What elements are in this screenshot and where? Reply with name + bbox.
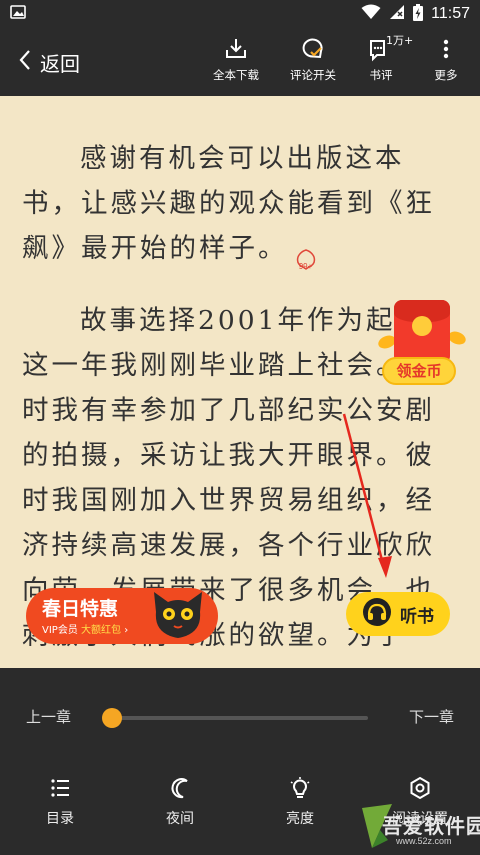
wifi-icon	[361, 4, 381, 24]
envelope-seal	[412, 316, 432, 336]
spring-sale-banner[interactable]: 春日特惠 VIP会员 大额红包 ›	[26, 588, 218, 644]
watermark-text: 吾爱软件园	[382, 814, 480, 838]
claim-coins-label: 领金币	[382, 357, 456, 385]
more-button[interactable]: 更多	[414, 36, 478, 90]
more-vertical-icon	[433, 36, 459, 64]
more-label: 更多	[434, 68, 458, 82]
listen-book-button[interactable]: 听书	[346, 592, 450, 636]
night-mode-label: 夜间	[166, 811, 194, 827]
paragraph-text: 感谢有机会可以出版这本书，让感兴趣的观众能看到《狂飙》最开始的样子。	[22, 143, 435, 264]
previous-chapter-button[interactable]: 上一章	[26, 706, 71, 727]
claim-coins-red-packet[interactable]: 领金币	[376, 300, 468, 388]
brightness-button[interactable]: 亮度	[260, 776, 340, 827]
list-icon	[48, 776, 72, 800]
chevron-left-icon	[18, 49, 32, 75]
download-icon	[223, 36, 249, 64]
night-mode-button[interactable]: 夜间	[140, 776, 220, 827]
chapter-navigation: 上一章 下一章	[0, 702, 480, 732]
review-count: 1万+	[386, 34, 414, 47]
catalog-label: 目录	[46, 811, 74, 827]
comment-count: 99+	[298, 262, 313, 271]
paragraph: 感谢有机会可以出版这本书，让感兴趣的观众能看到《狂飙》最开始的样子。 99+	[22, 136, 462, 271]
book-review-button[interactable]: 1万+ 书评	[349, 34, 414, 90]
promo-subtitle: VIP会员 大额红包 ›	[42, 621, 128, 636]
black-cat-mascot-icon	[154, 592, 202, 638]
progress-thumb[interactable]	[102, 708, 122, 728]
comment-toggle-button[interactable]: 评论开关	[281, 36, 345, 90]
brightness-label: 亮度	[286, 811, 314, 827]
status-bar: 11:57	[0, 0, 480, 28]
download-all-label: 全本下载	[213, 68, 259, 82]
battery-charging-icon	[413, 3, 424, 25]
lightbulb-icon	[288, 776, 312, 800]
reader-toolbar: 返回 全本下载 评论开关 1万+ 书评 更多	[0, 28, 480, 96]
gallery-notification-icon	[10, 5, 26, 23]
moon-icon	[168, 776, 192, 800]
download-all-button[interactable]: 全本下载	[204, 36, 268, 90]
next-chapter-button[interactable]: 下一章	[409, 706, 454, 727]
clock: 11:57	[431, 5, 470, 22]
reader-bottom-panel: 上一章 下一章 目录 夜间 亮度 阅读设置 吾爱软件园 www.52z.com	[0, 668, 480, 855]
comment-toggle-label: 评论开关	[290, 68, 336, 82]
back-button[interactable]: 返回	[18, 42, 80, 82]
watermark-url: www.52z.com	[396, 836, 452, 846]
site-watermark: 吾爱软件园 www.52z.com	[358, 796, 480, 855]
headphones-icon	[362, 597, 392, 631]
review-icon: 1万+	[368, 34, 413, 64]
comment-toggle-icon	[300, 36, 326, 64]
listen-book-label: 听书	[400, 606, 434, 627]
signal-icon	[389, 4, 405, 24]
back-label: 返回	[40, 51, 80, 76]
chevron-right-circle-icon: ›	[124, 625, 129, 636]
promo-subtitle-prefix: VIP会员	[42, 625, 78, 636]
book-review-label: 书评	[369, 68, 393, 82]
catalog-button[interactable]: 目录	[20, 776, 100, 827]
promo-subtitle-highlight: 大额红包	[81, 625, 122, 636]
chapter-progress-slider[interactable]	[102, 708, 368, 728]
paragraph-comment-badge[interactable]: 99+	[294, 239, 318, 271]
promo-title: 春日特惠	[42, 598, 119, 620]
reading-area[interactable]: 感谢有机会可以出版这本书，让感兴趣的观众能看到《狂飙》最开始的样子。 99+ 故事…	[0, 96, 480, 668]
